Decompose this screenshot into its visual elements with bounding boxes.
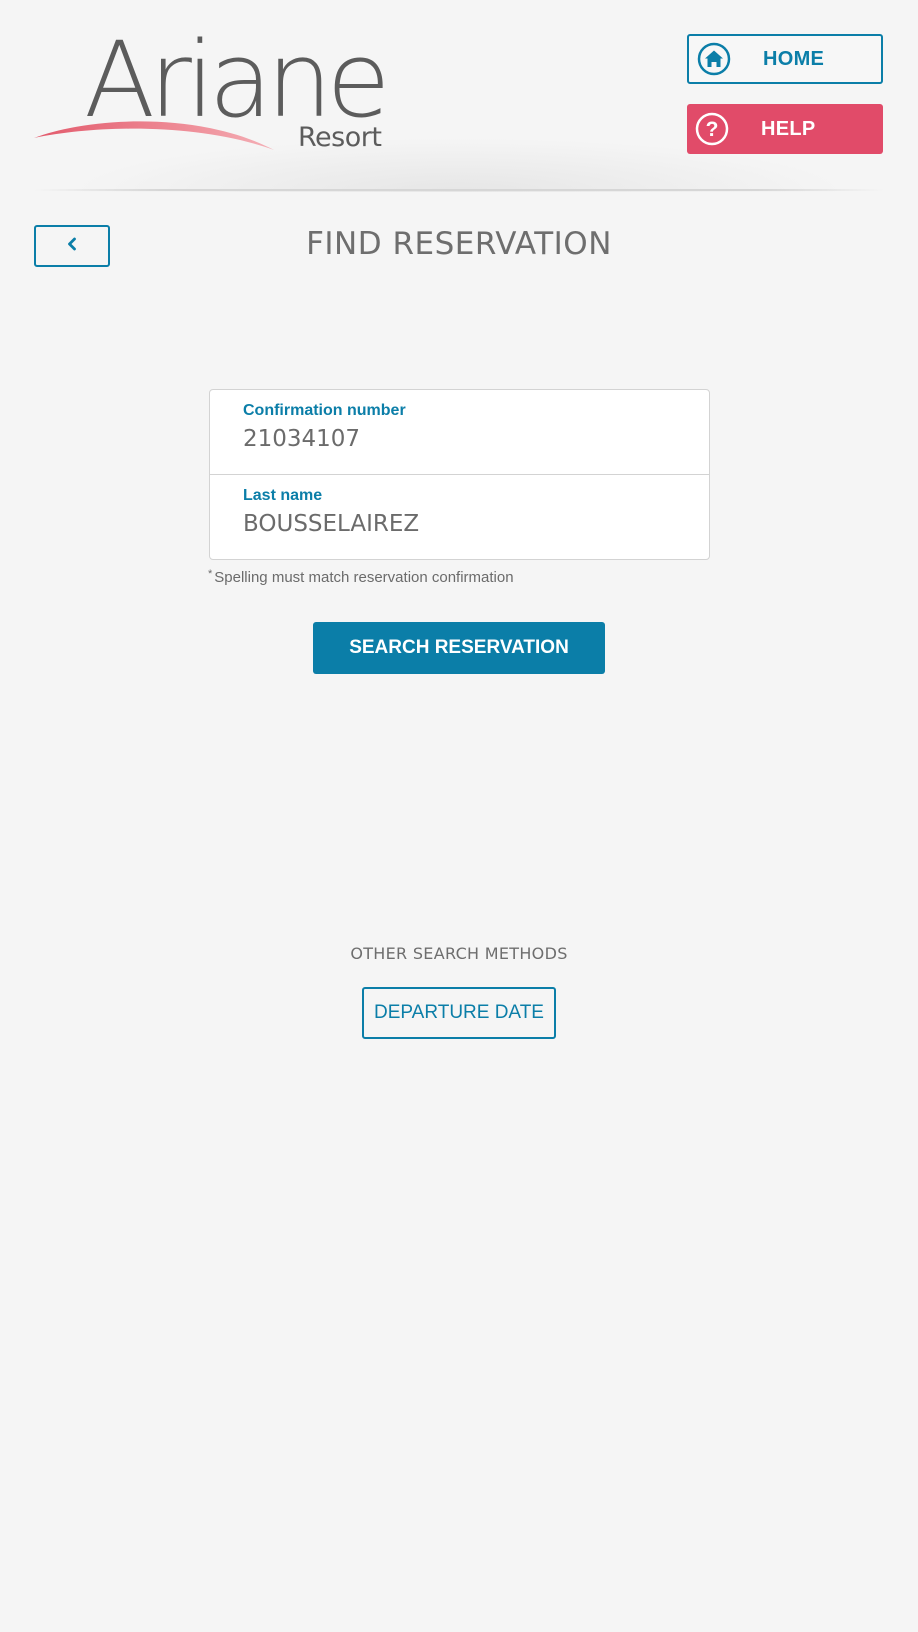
home-button[interactable]: HOME (687, 34, 883, 84)
help-button-label: HELP (761, 117, 816, 140)
header-divider (34, 189, 884, 191)
confirmation-number-label: Confirmation number (243, 402, 406, 419)
logo-subtitle: Resort (298, 122, 382, 153)
help-button[interactable]: ? HELP (687, 104, 883, 154)
note-text: Spelling must match reservation confirma… (214, 569, 514, 586)
note-asterisk: * (208, 568, 213, 580)
home-button-label: HOME (763, 47, 825, 70)
last-name-input[interactable] (243, 511, 683, 537)
ariane-resort-logo: Ariane Resort (32, 28, 390, 162)
confirmation-number-field[interactable]: Confirmation number (210, 390, 709, 475)
last-name-label: Last name (243, 487, 323, 504)
confirmation-number-input[interactable] (243, 426, 683, 452)
other-search-methods-title: OTHER SEARCH METHODS (350, 944, 568, 963)
reservation-form: Confirmation number Last name (209, 389, 710, 560)
spelling-note: * Spelling must match reservation confirm… (208, 568, 514, 586)
last-name-field[interactable]: Last name (210, 475, 709, 560)
page-title: FIND RESERVATION (306, 226, 612, 262)
home-icon (697, 42, 731, 76)
svg-text:?: ? (706, 118, 719, 141)
search-reservation-button[interactable]: SEARCH RESERVATION (313, 622, 605, 674)
departure-date-button[interactable]: DEPARTURE DATE (362, 987, 556, 1039)
logo-wordmark: Ariane (84, 19, 390, 141)
help-icon: ? (695, 112, 729, 146)
